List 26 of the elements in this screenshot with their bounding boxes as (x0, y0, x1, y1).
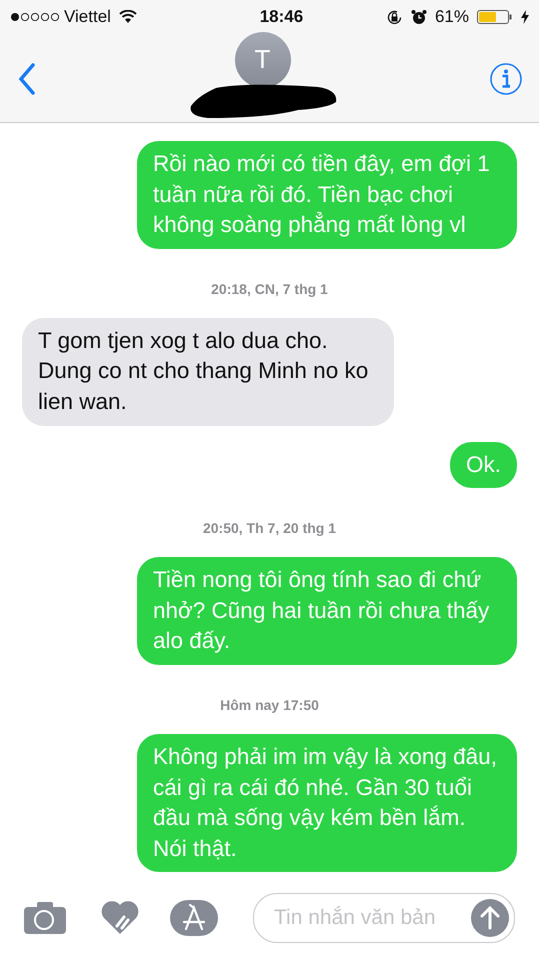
back-icon[interactable] (18, 62, 36, 94)
carrier-name: Viettel (64, 6, 111, 28)
camera-icon[interactable] (24, 902, 66, 934)
sent-message: Tiền nong tôi ông tính sao đi chứ nhở? Cũng hai tuần rồi chưa thấy alo đấy. (137, 557, 517, 665)
sent-message: Không phải im im vậy là xong đâu, cái gì ra cái đó nhé. Gần 30 tuổi đầu mà sống vậy kém bền lắm. Nói thật. (137, 734, 517, 872)
send-icon[interactable] (470, 898, 510, 938)
alarm-icon (410, 9, 427, 25)
wifi-icon (118, 10, 137, 24)
sent-message: Rồi nào mới có tiền đây, em đợi 1 tuần nữa rồi đó. Tiền bạc chơi không soàng phẳng mất lòng vl (137, 141, 517, 249)
timestamp: 20:50, Th 7, 20 thg 1 (202, 519, 336, 538)
charging-icon (521, 10, 529, 24)
timestamp: 20:18, CN, 7 thg 1 (211, 280, 328, 299)
status-time: 18:46 (260, 6, 304, 28)
app-store-icon[interactable] (170, 900, 218, 936)
info-icon[interactable] (489, 62, 523, 96)
signal-icon (10, 12, 60, 22)
received-message: T gom tjen xog t alo dua cho. Dung co nt cho thang Minh no ko lien wan. (22, 318, 394, 426)
battery-percent: 61% (434, 6, 469, 28)
sticker-heart-icon[interactable] (100, 900, 140, 936)
message-input[interactable]: Tin nhắn văn bản (253, 893, 515, 943)
contact-avatar[interactable]: T (234, 32, 290, 88)
battery-icon (477, 10, 513, 24)
sent-message: Ok. (450, 442, 517, 488)
timestamp: Hôm nay 17:50 (220, 696, 319, 715)
rotation-lock-icon (386, 8, 403, 26)
message-text-input[interactable]: Tin nhắn văn bản (272, 901, 470, 935)
